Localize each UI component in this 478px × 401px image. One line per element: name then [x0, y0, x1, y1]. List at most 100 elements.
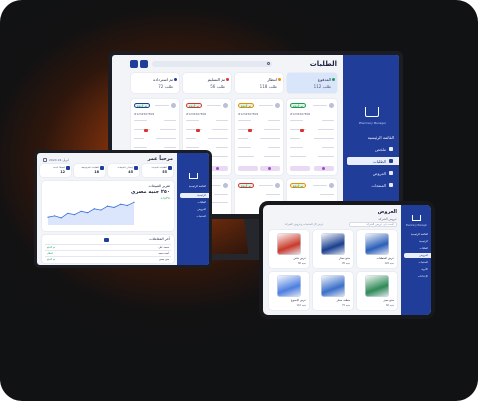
sidebar-item-offers[interactable]: العروض	[177, 207, 209, 212]
offers-filter-label[interactable]: عرض كل المنتجات وعروض الشركة	[285, 223, 324, 226]
text-line	[314, 138, 334, 140]
text-line	[186, 120, 199, 122]
text-line	[290, 156, 306, 158]
sidebar-item-summary[interactable]: ملخص	[343, 145, 399, 153]
offers-search-placeholder: البحث في عروض الشركة	[366, 222, 394, 226]
text-line	[320, 194, 334, 196]
cart-logo-icon	[189, 173, 198, 179]
search-input[interactable]	[152, 61, 272, 67]
avatar	[223, 103, 228, 108]
sidebar-item-offers[interactable]: العروض	[343, 169, 399, 177]
stat-card[interactable]: الطلبات الجديدة 55	[142, 164, 173, 177]
product-card[interactable]: منظف ممتاز 75 جنيه	[313, 272, 353, 310]
text-line	[260, 138, 280, 140]
text-line	[238, 138, 248, 140]
text-line	[290, 147, 303, 149]
text-line	[322, 120, 334, 122]
text-line	[212, 156, 228, 158]
stat-card[interactable]: إجمالي المبيعات 45	[108, 164, 139, 177]
filter-button[interactable]	[130, 60, 138, 68]
status-badge: تم الدفع	[238, 103, 255, 108]
details-button[interactable]	[314, 166, 334, 171]
tablet-sidebar-item[interactable]: الأدوية	[401, 267, 431, 272]
sidebar-item-orders[interactable]: الطلبات	[177, 200, 209, 205]
add-button[interactable]	[140, 60, 148, 68]
sidebar-item-home[interactable]: الرئيسية	[180, 193, 209, 198]
table-row[interactable]: منى حسن تم الدفع	[45, 256, 171, 261]
table-row[interactable]: أحمد سعيد انتظار	[45, 250, 171, 255]
product-name: منتج مميز	[383, 299, 394, 302]
text-line	[313, 105, 327, 107]
text-line	[290, 138, 300, 140]
series-area	[48, 202, 134, 225]
text-line	[313, 185, 327, 187]
grid-icon	[389, 147, 393, 151]
trash-icon	[216, 167, 219, 170]
details-button[interactable]	[260, 166, 280, 171]
product-card[interactable]: عرض الأسبوع 110 جنيه	[269, 272, 309, 310]
accept-button[interactable]	[290, 166, 310, 171]
sidebar-item-products[interactable]: المنتجات	[343, 181, 399, 189]
sidebar-item-label: الرئيسية	[419, 240, 428, 243]
product-card[interactable]: عرض خاص 80 جنيه	[269, 230, 309, 268]
text-line	[207, 105, 221, 107]
sidebar-item-orders[interactable]: الطلبات	[347, 157, 399, 165]
row-status: تم الدفع	[47, 246, 56, 249]
monitor-sidebar: Pharmacy Manager القائمة الرئيسية ملخص ا…	[343, 55, 399, 214]
product-price: 80 جنيه	[297, 262, 306, 265]
product-card[interactable]: عرض المنظفات 120 جنيه	[357, 230, 397, 268]
sidebar-item-label: ملخص	[375, 146, 386, 152]
data-point	[126, 204, 128, 207]
sidebar-item-label: الرئيسية	[197, 194, 206, 197]
stat-icon	[100, 166, 104, 170]
greeting: مرحباً عمر	[147, 156, 173, 162]
product-price: 60 جنيه	[385, 304, 394, 307]
text-line	[290, 120, 303, 122]
product-card[interactable]: منتج ممتاز 95 جنيه	[313, 230, 353, 268]
text-line	[268, 147, 280, 149]
stat-value: 18	[94, 170, 99, 174]
order-card[interactable]: تم الدفع #1234567809	[235, 99, 283, 175]
text-line	[216, 120, 228, 122]
text-line	[134, 138, 144, 140]
order-card[interactable]: تم الدفع #1234567809	[287, 99, 337, 175]
status-badge: تم الدفع	[186, 103, 203, 108]
product-image	[277, 275, 301, 297]
accept-button[interactable]	[238, 166, 258, 171]
laptop: القائمة الرئيسية الرئيسية الطلبات العروض…	[34, 150, 212, 272]
sidebar-item-label: العروض	[419, 254, 428, 257]
avatar	[171, 103, 176, 108]
product-card[interactable]: منتج مميز 60 جنيه	[357, 272, 397, 310]
tablet-sidebar-item[interactable]: الطلبات	[401, 246, 431, 251]
row-status: انتظار	[47, 252, 53, 255]
tablet-sidebar-item[interactable]: العروض	[404, 253, 431, 258]
product-price: 120 جنيه	[384, 262, 394, 265]
stat-card[interactable]: العملاء الجدد 12	[40, 164, 71, 177]
tablet-sidebar: Pharmacy Manager القائمة الرئيسية الرئيس…	[401, 205, 431, 315]
text-line	[266, 194, 280, 196]
status-dot	[278, 78, 281, 81]
revenue-value: ٢٥٠ جنيه مصري	[130, 189, 170, 195]
data-point	[67, 212, 69, 214]
data-point	[73, 214, 76, 216]
sidebar-item-products[interactable]: المنتجات	[177, 214, 209, 219]
tablet-sidebar-item[interactable]: الرئيسية	[401, 239, 431, 244]
row-name: أحمد سعيد	[158, 252, 169, 255]
table-row[interactable]: محمد علي تم الدفع	[45, 244, 171, 249]
status-dot	[174, 78, 177, 81]
tablet-sidebar-section: القائمة الرئيسية	[411, 233, 428, 236]
view-all-button[interactable]	[104, 238, 109, 242]
sidebar-item-label: الإعدادات	[417, 275, 428, 278]
date-label: 2024 ابريل 24	[49, 158, 69, 162]
trash-icon	[322, 167, 325, 170]
text-line	[186, 147, 199, 149]
status-card-refunded[interactable]: تم استرداده 72 طلب	[131, 73, 179, 93]
tablet-sidebar-item[interactable]: الإعدادات	[401, 274, 431, 279]
status-card-delivered[interactable]: تم التسليم 56 طلب	[183, 73, 231, 93]
stat-value: 55	[162, 170, 167, 174]
status-card-paid[interactable]: المدفوع 112 طلب	[287, 73, 337, 93]
stat-card[interactable]: الطلبات المرفوضة 18	[74, 164, 105, 177]
tablet-sidebar-item[interactable]: المنتجات	[401, 260, 431, 265]
product-image	[321, 275, 345, 297]
status-card-pending[interactable]: انتظار 118 طلب	[235, 73, 283, 93]
